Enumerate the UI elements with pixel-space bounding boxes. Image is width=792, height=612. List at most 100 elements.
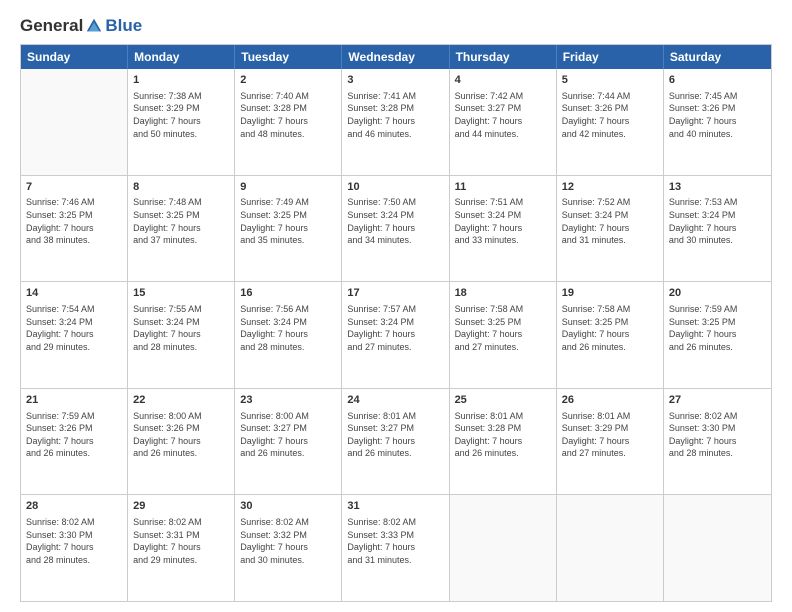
- weekday-header-monday: Monday: [128, 45, 235, 69]
- day-number: 10: [347, 180, 443, 195]
- calendar-cell-13: 13Sunrise: 7:53 AM Sunset: 3:24 PM Dayli…: [664, 176, 771, 282]
- day-number: 1: [133, 73, 229, 88]
- cell-details: Sunrise: 8:02 AM Sunset: 3:32 PM Dayligh…: [240, 516, 336, 566]
- calendar-cell-4: 4 Sunrise: 7:42 AM Sunset: 3:27 PM Daylig…: [450, 69, 557, 175]
- cell-details: Sunrise: 7:41 AM Sunset: 3:28 PM Dayligh…: [347, 90, 443, 140]
- cell-details: Sunrise: 7:59 AM Sunset: 3:26 PM Dayligh…: [26, 410, 122, 460]
- day-number: 6: [669, 73, 766, 88]
- calendar-cell-3: 3Sunrise: 7:41 AM Sunset: 3:28 PM Daylig…: [342, 69, 449, 175]
- calendar: SundayMondayTuesdayWednesdayThursdayFrid…: [20, 44, 772, 602]
- cell-details: Sunrise: 7:45 AM Sunset: 3:26 PM Dayligh…: [669, 90, 766, 140]
- calendar-cell-20: 20 Sunrise: 7:59 AM Sunset: 3:25 PM Dayli…: [664, 282, 771, 388]
- calendar-row-2: 14 Sunrise: 7:54 AM Sunset: 3:24 PM Dayli…: [21, 282, 771, 389]
- calendar-cell-9: 9Sunrise: 7:49 AM Sunset: 3:25 PM Daylig…: [235, 176, 342, 282]
- calendar-cell-21: 21 Sunrise: 7:59 AM Sunset: 3:26 PM Dayli…: [21, 389, 128, 495]
- cell-details: Sunrise: 7:50 AM Sunset: 3:24 PM Dayligh…: [347, 196, 443, 246]
- calendar-cell-5: 5Sunrise: 7:44 AM Sunset: 3:26 PM Daylig…: [557, 69, 664, 175]
- calendar-cell-17: 17 Sunrise: 7:57 AM Sunset: 3:24 PM Dayli…: [342, 282, 449, 388]
- logo: General Blue: [20, 16, 142, 36]
- cell-details: Sunrise: 7:53 AM Sunset: 3:24 PM Dayligh…: [669, 196, 766, 246]
- day-number: 27: [669, 393, 766, 408]
- day-number: 21: [26, 393, 122, 408]
- cell-details: Sunrise: 7:54 AM Sunset: 3:24 PM Dayligh…: [26, 303, 122, 353]
- calendar-cell-6: 6 Sunrise: 7:45 AM Sunset: 3:26 PM Daylig…: [664, 69, 771, 175]
- cell-details: Sunrise: 8:02 AM Sunset: 3:30 PM Dayligh…: [669, 410, 766, 460]
- cell-details: Sunrise: 8:02 AM Sunset: 3:33 PM Dayligh…: [347, 516, 443, 566]
- cell-details: Sunrise: 8:01 AM Sunset: 3:28 PM Dayligh…: [455, 410, 551, 460]
- logo-general-text: General: [20, 16, 83, 36]
- day-number: 11: [455, 180, 551, 195]
- weekday-header-thursday: Thursday: [450, 45, 557, 69]
- cell-details: Sunrise: 7:57 AM Sunset: 3:24 PM Dayligh…: [347, 303, 443, 353]
- cell-details: Sunrise: 7:49 AM Sunset: 3:25 PM Dayligh…: [240, 196, 336, 246]
- cell-details: Sunrise: 7:42 AM Sunset: 3:27 PM Dayligh…: [455, 90, 551, 140]
- cell-details: Sunrise: 8:01 AM Sunset: 3:29 PM Dayligh…: [562, 410, 658, 460]
- day-number: 14: [26, 286, 122, 301]
- calendar-row-3: 21 Sunrise: 7:59 AM Sunset: 3:26 PM Dayli…: [21, 389, 771, 496]
- cell-details: Sunrise: 7:51 AM Sunset: 3:24 PM Dayligh…: [455, 196, 551, 246]
- day-number: 28: [26, 499, 122, 514]
- calendar-cell-15: 15 Sunrise: 7:55 AM Sunset: 3:24 PM Dayli…: [128, 282, 235, 388]
- calendar-cell-12: 12Sunrise: 7:52 AM Sunset: 3:24 PM Dayli…: [557, 176, 664, 282]
- cell-details: Sunrise: 8:00 AM Sunset: 3:27 PM Dayligh…: [240, 410, 336, 460]
- calendar-cell-1: 1 Sunrise: 7:38 AM Sunset: 3:29 PM Daylig…: [128, 69, 235, 175]
- calendar-cell-8: 8Sunrise: 7:48 AM Sunset: 3:25 PM Daylig…: [128, 176, 235, 282]
- calendar-cell-25: 25 Sunrise: 8:01 AM Sunset: 3:28 PM Dayli…: [450, 389, 557, 495]
- calendar-cell-30: 30Sunrise: 8:02 AM Sunset: 3:32 PM Dayli…: [235, 495, 342, 601]
- day-number: 13: [669, 180, 766, 195]
- calendar-cell-11: 11Sunrise: 7:51 AM Sunset: 3:24 PM Dayli…: [450, 176, 557, 282]
- cell-details: Sunrise: 7:44 AM Sunset: 3:26 PM Dayligh…: [562, 90, 658, 140]
- day-number: 25: [455, 393, 551, 408]
- day-number: 19: [562, 286, 658, 301]
- cell-details: Sunrise: 7:58 AM Sunset: 3:25 PM Dayligh…: [455, 303, 551, 353]
- logo-blue-text: Blue: [105, 16, 142, 36]
- calendar-row-1: 7Sunrise: 7:46 AM Sunset: 3:25 PM Daylig…: [21, 176, 771, 283]
- calendar-cell-14: 14 Sunrise: 7:54 AM Sunset: 3:24 PM Dayli…: [21, 282, 128, 388]
- cell-details: Sunrise: 7:40 AM Sunset: 3:28 PM Dayligh…: [240, 90, 336, 140]
- header: General Blue: [20, 16, 772, 36]
- weekday-header-tuesday: Tuesday: [235, 45, 342, 69]
- calendar-cell-28: 28 Sunrise: 8:02 AM Sunset: 3:30 PM Dayli…: [21, 495, 128, 601]
- weekday-header-wednesday: Wednesday: [342, 45, 449, 69]
- day-number: 29: [133, 499, 229, 514]
- calendar-row-4: 28 Sunrise: 8:02 AM Sunset: 3:30 PM Dayli…: [21, 495, 771, 601]
- day-number: 8: [133, 180, 229, 195]
- cell-details: Sunrise: 7:46 AM Sunset: 3:25 PM Dayligh…: [26, 196, 122, 246]
- calendar-row-0: 1 Sunrise: 7:38 AM Sunset: 3:29 PM Daylig…: [21, 69, 771, 176]
- calendar-cell-24: 24Sunrise: 8:01 AM Sunset: 3:27 PM Dayli…: [342, 389, 449, 495]
- calendar-cell-18: 18Sunrise: 7:58 AM Sunset: 3:25 PM Dayli…: [450, 282, 557, 388]
- calendar-cell-7: 7Sunrise: 7:46 AM Sunset: 3:25 PM Daylig…: [21, 176, 128, 282]
- day-number: 20: [669, 286, 766, 301]
- day-number: 16: [240, 286, 336, 301]
- calendar-cell-empty-0-0: [21, 69, 128, 175]
- calendar-cell-empty-4-6: [664, 495, 771, 601]
- day-number: 31: [347, 499, 443, 514]
- logo-icon: [85, 17, 103, 35]
- calendar-cell-27: 27 Sunrise: 8:02 AM Sunset: 3:30 PM Dayli…: [664, 389, 771, 495]
- calendar-body: 1 Sunrise: 7:38 AM Sunset: 3:29 PM Daylig…: [21, 69, 771, 601]
- day-number: 23: [240, 393, 336, 408]
- calendar-cell-2: 2 Sunrise: 7:40 AM Sunset: 3:28 PM Daylig…: [235, 69, 342, 175]
- day-number: 17: [347, 286, 443, 301]
- day-number: 15: [133, 286, 229, 301]
- cell-details: Sunrise: 7:55 AM Sunset: 3:24 PM Dayligh…: [133, 303, 229, 353]
- cell-details: Sunrise: 8:02 AM Sunset: 3:30 PM Dayligh…: [26, 516, 122, 566]
- cell-details: Sunrise: 7:48 AM Sunset: 3:25 PM Dayligh…: [133, 196, 229, 246]
- day-number: 2: [240, 73, 336, 88]
- day-number: 12: [562, 180, 658, 195]
- calendar-cell-23: 23 Sunrise: 8:00 AM Sunset: 3:27 PM Dayli…: [235, 389, 342, 495]
- calendar-cell-empty-4-4: [450, 495, 557, 601]
- cell-details: Sunrise: 7:58 AM Sunset: 3:25 PM Dayligh…: [562, 303, 658, 353]
- calendar-cell-10: 10Sunrise: 7:50 AM Sunset: 3:24 PM Dayli…: [342, 176, 449, 282]
- calendar-header: SundayMondayTuesdayWednesdayThursdayFrid…: [21, 45, 771, 69]
- cell-details: Sunrise: 7:59 AM Sunset: 3:25 PM Dayligh…: [669, 303, 766, 353]
- day-number: 9: [240, 180, 336, 195]
- calendar-cell-26: 26Sunrise: 8:01 AM Sunset: 3:29 PM Dayli…: [557, 389, 664, 495]
- weekday-header-saturday: Saturday: [664, 45, 771, 69]
- calendar-cell-29: 29Sunrise: 8:02 AM Sunset: 3:31 PM Dayli…: [128, 495, 235, 601]
- weekday-header-friday: Friday: [557, 45, 664, 69]
- day-number: 4: [455, 73, 551, 88]
- day-number: 7: [26, 180, 122, 195]
- cell-details: Sunrise: 7:38 AM Sunset: 3:29 PM Dayligh…: [133, 90, 229, 140]
- calendar-cell-empty-4-5: [557, 495, 664, 601]
